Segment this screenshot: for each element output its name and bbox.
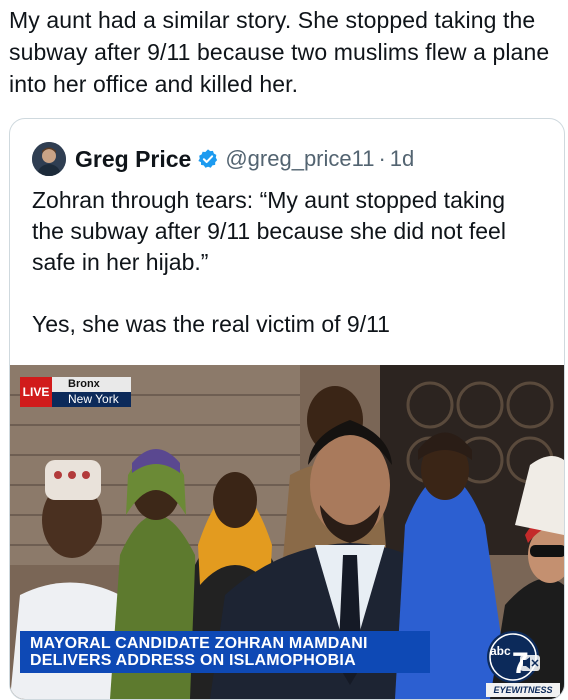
separator-dot: · [378, 146, 386, 171]
abc-logo-text: abc [490, 644, 511, 658]
quoted-post-card[interactable]: Greg Price @greg_price11 · 1d Zohran thr… [9, 118, 565, 700]
author-name[interactable]: Greg Price [75, 146, 191, 173]
eyewitness-news-tag: EYEWITNESS NEWS [486, 683, 560, 697]
mute-icon [520, 655, 540, 671]
author-handle[interactable]: @greg_price11 [225, 146, 374, 172]
location-bottom: New York [52, 392, 131, 407]
quoted-post-text: Zohran through tears: “My aunt stopped t… [32, 187, 506, 337]
video-thumbnail[interactable]: LIVE Bronx New York MAYORAL CANDIDATE ZO… [10, 365, 564, 699]
abc7-logo-icon: abc 7 [487, 631, 540, 683]
verified-badge-icon [198, 149, 218, 168]
news-lower-third: MAYORAL CANDIDATE ZOHRAN MAMDANI DELIVER… [20, 631, 430, 673]
avatar[interactable] [32, 142, 66, 176]
location-top: Bronx [52, 377, 131, 392]
live-label: LIVE [20, 377, 52, 407]
live-location-tag: LIVE Bronx New York [20, 377, 131, 407]
quoted-post-header: Greg Price @greg_price11 · 1d [32, 141, 414, 177]
post-text: My aunt had a similar story. She stopped… [9, 7, 550, 97]
post-time[interactable]: 1d [390, 146, 414, 172]
